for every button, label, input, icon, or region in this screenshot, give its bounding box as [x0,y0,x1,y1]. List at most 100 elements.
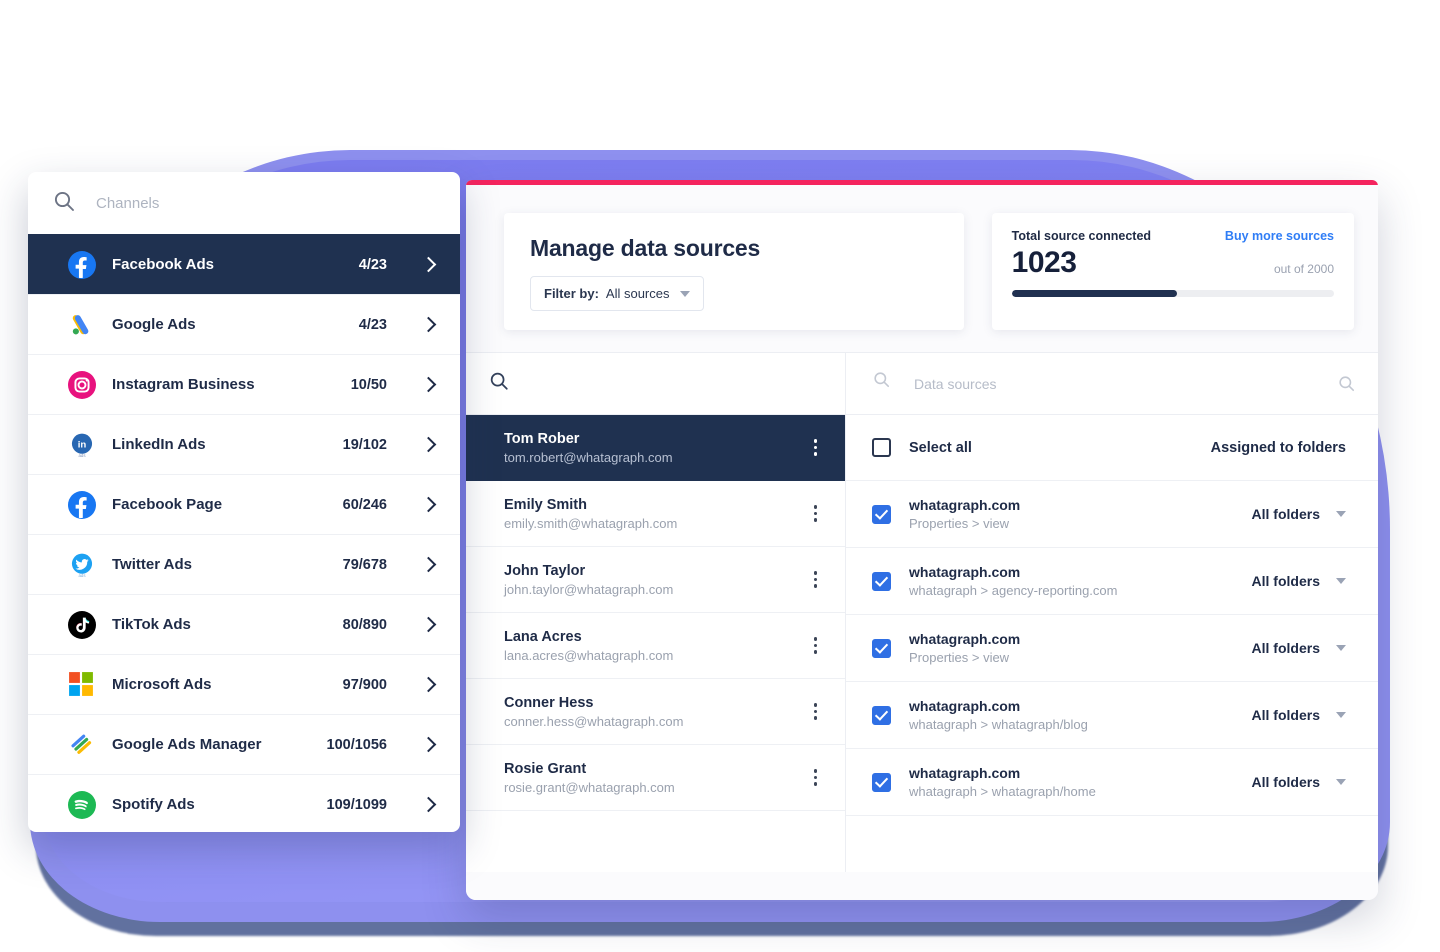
source-checkbox[interactable] [872,638,891,658]
microsoft-ads-icon [68,671,96,699]
users-list: Tom Rober tom.robert@whatagraph.com Emily … [466,415,845,811]
channel-item-tiktok-ads[interactable]: TikTok Ads 80/890 [28,594,460,654]
channels-popover: Channels Facebook Ads 4/23 Google Ads 4/23 I… [28,172,460,832]
chevron-right-icon[interactable] [420,376,437,393]
channels-search-bar[interactable]: Channels [28,172,460,234]
instagram-icon [68,370,96,399]
source-row[interactable]: whatagraph.com Properties > view All folde… [846,615,1378,682]
chevron-down-icon [1336,779,1346,785]
window-body: Manage data sources Filter by: All sourc… [466,185,1378,900]
chevron-right-icon[interactable] [420,676,437,693]
chevron-right-icon[interactable] [420,556,437,573]
sources-progress-fill [1011,289,1177,297]
source-checkbox[interactable] [872,571,891,591]
user-row[interactable]: Emily Smith emily.smith@whatagraph.com [466,481,845,547]
channel-label: Instagram Business [112,376,255,393]
source-info: whatagraph.com whatagraph > agency-report… [909,564,1117,598]
channel-item-facebook-ads[interactable]: Facebook Ads 4/23 [28,234,460,294]
source-left: whatagraph.com whatagraph > whatagraph/bl… [872,698,1088,732]
more-options-icon[interactable] [808,499,824,528]
sources-progress-track [1011,289,1334,297]
channel-label: Google Ads [112,316,196,333]
folder-dropdown[interactable]: All folders [1252,707,1346,723]
channels-search-input[interactable]: Channels [96,195,159,212]
chevron-right-icon[interactable] [420,256,437,273]
search-icon [872,370,900,398]
channel-item-instagram-business[interactable]: Instagram Business 10/50 [28,354,460,414]
channel-count: 100/1056 [326,736,387,753]
user-row[interactable]: Conner Hess conner.hess@whatagraph.com [466,679,845,745]
google-ads-manager-icon [68,731,96,759]
user-row[interactable]: Tom Rober tom.robert@whatagraph.com [466,415,845,481]
chevron-right-icon[interactable] [420,316,437,333]
more-options-icon[interactable] [808,697,824,726]
folder-dropdown[interactable]: All folders [1252,640,1346,656]
user-info: Tom Rober tom.robert@whatagraph.com [504,431,673,465]
filter-by-dropdown[interactable]: Filter by: All sources [530,276,705,311]
buy-more-sources-link[interactable]: Buy more sources [1225,229,1334,243]
total-sources-count: 1023 [1011,246,1077,279]
google-ads-icon [68,311,96,339]
chevron-right-icon[interactable] [420,496,437,513]
folder-label: All folders [1251,506,1320,522]
source-name: whatagraph.com [909,497,1021,513]
folder-dropdown[interactable]: All folders [1252,506,1346,522]
sources-list: whatagraph.com Properties > view All folde… [846,481,1378,816]
source-checkbox[interactable] [872,705,891,725]
more-options-icon[interactable] [808,631,824,660]
source-info: whatagraph.com whatagraph > whatagraph/bl… [909,698,1088,732]
chevron-right-icon[interactable] [420,616,437,633]
chevron-down-icon [1336,712,1346,718]
source-checkbox[interactable] [872,772,891,792]
source-row[interactable]: whatagraph.com Properties > view All folde… [846,481,1378,548]
channel-item-twitter-ads[interactable]: ads Twitter Ads 79/678 [28,534,460,594]
chevron-right-icon[interactable] [420,796,437,813]
folder-dropdown[interactable]: All folders [1252,573,1346,589]
channel-item-linkedin-ads[interactable]: in ads LinkedIn Ads 19/102 [28,414,460,474]
folder-dropdown[interactable]: All folders [1252,774,1346,790]
sources-list-header: Select all Assigned to folders [846,415,1378,481]
channel-item-google-ads[interactable]: Google Ads 4/23 [28,294,460,354]
select-all-checkbox[interactable] [872,438,891,457]
source-info: whatagraph.com Properties > view [909,497,1020,531]
search-icon[interactable] [1337,374,1356,393]
channel-item-microsoft-ads[interactable]: Microsoft Ads 97/900 [28,654,460,714]
assigned-to-folders-header: Assigned to folders [1210,439,1346,456]
folder-label: All folders [1251,707,1320,723]
svg-text:in: in [78,439,87,450]
chevron-right-icon[interactable] [420,736,437,753]
source-checkbox[interactable] [872,504,891,524]
chevron-down-icon [1336,511,1346,517]
user-row[interactable]: John Taylor john.taylor@whatagraph.com [466,547,845,613]
source-path: whatagraph > agency-reporting.com [909,583,1118,598]
source-row[interactable]: whatagraph.com whatagraph > whatagraph/ho… [846,749,1378,816]
sources-search-bar[interactable]: Data sources [846,353,1378,415]
channel-count: 60/246 [342,496,387,513]
source-row[interactable]: whatagraph.com whatagraph > whatagraph/bl… [846,682,1378,749]
search-icon [52,189,80,217]
user-row[interactable]: Rosie Grant rosie.grant@whatagraph.com [466,745,845,811]
channel-item-google-ads-manager[interactable]: Google Ads Manager 100/1056 [28,714,460,774]
user-row[interactable]: Lana Acres lana.acres@whatagraph.com [466,613,845,679]
source-row[interactable]: whatagraph.com whatagraph > agency-report… [846,548,1378,615]
more-options-icon[interactable] [808,763,824,792]
user-info: Lana Acres lana.acres@whatagraph.com [504,629,673,663]
chevron-right-icon[interactable] [420,436,437,453]
channel-label: TikTok Ads [112,616,191,633]
channel-count: 4/23 [358,256,387,273]
channel-item-facebook-page[interactable]: Facebook Page 60/246 [28,474,460,534]
chevron-down-icon [1336,578,1346,584]
user-email: john.taylor@whatagraph.com [504,581,674,597]
users-search-bar[interactable] [466,353,845,415]
channel-label: Facebook Ads [112,256,214,273]
sources-search-input[interactable]: Data sources [914,376,996,392]
more-options-icon[interactable] [808,433,824,462]
channel-item-spotify-ads[interactable]: Spotify Ads 109/1099 [28,774,460,832]
select-all-label: Select all [909,439,972,456]
channel-label: Spotify Ads [112,796,195,813]
source-name: whatagraph.com [909,765,1021,781]
more-options-icon[interactable] [808,565,824,594]
total-sources-limit: out of 2000 [1273,261,1334,276]
total-sources-card: Total source connected Buy more sources … [991,213,1354,330]
source-left: whatagraph.com whatagraph > whatagraph/ho… [872,765,1096,799]
